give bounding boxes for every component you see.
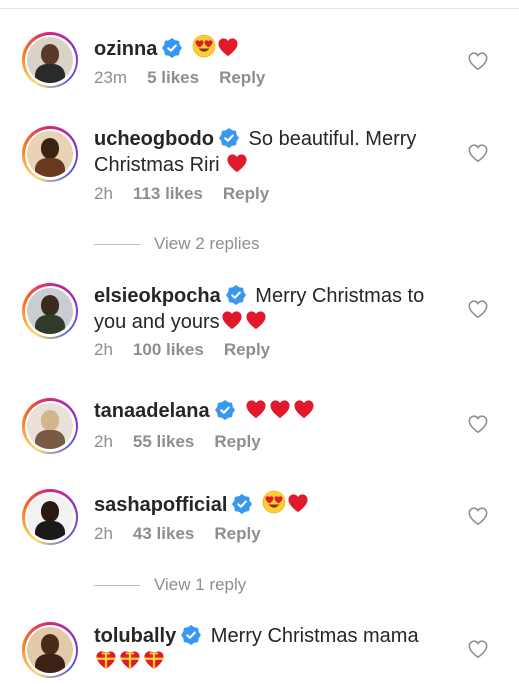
- red-heart-emoji-icon: [244, 398, 268, 427]
- comment-text: tolubally Merry Christmas mama: [94, 624, 444, 678]
- gift-heart-emoji-icon: [118, 649, 142, 678]
- gift-heart-emoji-icon: [94, 649, 118, 678]
- avatar[interactable]: [22, 398, 78, 454]
- like-heart-icon[interactable]: [467, 51, 489, 71]
- heart-eyes-emoji-icon: [192, 34, 216, 65]
- avatar[interactable]: [22, 32, 78, 88]
- reply-button[interactable]: Reply: [223, 184, 269, 203]
- heart-eyes-emoji-icon: [262, 490, 286, 521]
- reply-button[interactable]: Reply: [214, 432, 260, 451]
- likes-count[interactable]: 5 likes: [147, 68, 199, 87]
- likes-count[interactable]: 100 likes: [133, 340, 204, 359]
- avatar[interactable]: [22, 283, 78, 339]
- username[interactable]: ozinna: [94, 38, 157, 60]
- timestamp: 23m: [94, 68, 128, 87]
- view-replies-label: View 1 reply: [154, 575, 247, 594]
- comment-body: Merry Christmas mama: [210, 625, 419, 647]
- username[interactable]: ucheogbodo: [94, 128, 214, 150]
- username[interactable]: sashapofficial: [94, 494, 227, 516]
- red-heart-emoji-icon: [220, 309, 244, 338]
- verified-badge-icon: [218, 128, 239, 148]
- red-heart-emoji-icon: [268, 398, 292, 427]
- top-divider: [0, 0, 519, 9]
- likes-count[interactable]: 55 likes: [133, 432, 194, 451]
- gift-heart-emoji-icon: [142, 649, 166, 678]
- comment-meta: 23m 5 likes Reply: [94, 68, 285, 88]
- emoji-group: [94, 651, 166, 673]
- reply-button[interactable]: Reply: [224, 340, 270, 359]
- red-heart-emoji-icon: [292, 398, 316, 427]
- comment-meta: 2h 43 likes Reply: [94, 524, 281, 544]
- red-heart-emoji-icon: [225, 152, 249, 181]
- comment-meta: 2h 113 likes Reply: [94, 184, 289, 204]
- emoji-group: [225, 154, 249, 176]
- avatar[interactable]: [22, 622, 78, 678]
- timestamp: 2h: [94, 184, 113, 203]
- emoji-group: [244, 400, 316, 422]
- verified-badge-icon: [225, 285, 246, 305]
- comment-text: ozinna: [94, 34, 444, 65]
- verified-badge-icon: [232, 494, 253, 514]
- like-heart-icon[interactable]: [467, 639, 489, 659]
- red-heart-emoji-icon: [216, 36, 240, 65]
- emoji-group: [192, 34, 240, 60]
- view-replies-button[interactable]: View 2 replies: [94, 234, 260, 254]
- reply-button[interactable]: Reply: [219, 68, 265, 87]
- red-heart-emoji-icon: [286, 492, 310, 521]
- verified-badge-icon: [181, 625, 202, 645]
- likes-count[interactable]: 43 likes: [133, 524, 194, 543]
- emoji-group: [220, 311, 268, 333]
- username[interactable]: elsieokpocha: [94, 285, 221, 307]
- like-heart-icon[interactable]: [467, 414, 489, 434]
- red-heart-emoji-icon: [244, 309, 268, 338]
- like-heart-icon[interactable]: [467, 143, 489, 163]
- thread-line: [94, 244, 140, 246]
- emoji-group: [262, 490, 310, 516]
- username[interactable]: tanaadelana: [94, 400, 210, 422]
- comment-meta: 2h 100 likes Reply: [94, 340, 290, 360]
- verified-badge-icon: [162, 38, 183, 58]
- timestamp: 2h: [94, 524, 113, 543]
- like-heart-icon[interactable]: [467, 506, 489, 526]
- comment-text: ucheogbodo So beautiful. Merry Christmas…: [94, 127, 444, 181]
- comment-meta: 2h 55 likes Reply: [94, 432, 281, 452]
- view-replies-label: View 2 replies: [154, 234, 260, 253]
- verified-badge-icon: [214, 400, 235, 420]
- comment-text: elsieokpocha Merry Christmas to you and …: [94, 284, 444, 338]
- comment-text: tanaadelana: [94, 398, 444, 427]
- avatar[interactable]: [22, 489, 78, 545]
- comment-text: sashapofficial: [94, 490, 444, 521]
- likes-count[interactable]: 113 likes: [133, 184, 203, 203]
- thread-line: [94, 585, 140, 587]
- reply-button[interactable]: Reply: [214, 524, 260, 543]
- avatar[interactable]: [22, 126, 78, 182]
- username[interactable]: tolubally: [94, 625, 176, 647]
- view-replies-button[interactable]: View 1 reply: [94, 575, 246, 595]
- like-heart-icon[interactable]: [467, 299, 489, 319]
- timestamp: 2h: [94, 432, 113, 451]
- timestamp: 2h: [94, 340, 113, 359]
